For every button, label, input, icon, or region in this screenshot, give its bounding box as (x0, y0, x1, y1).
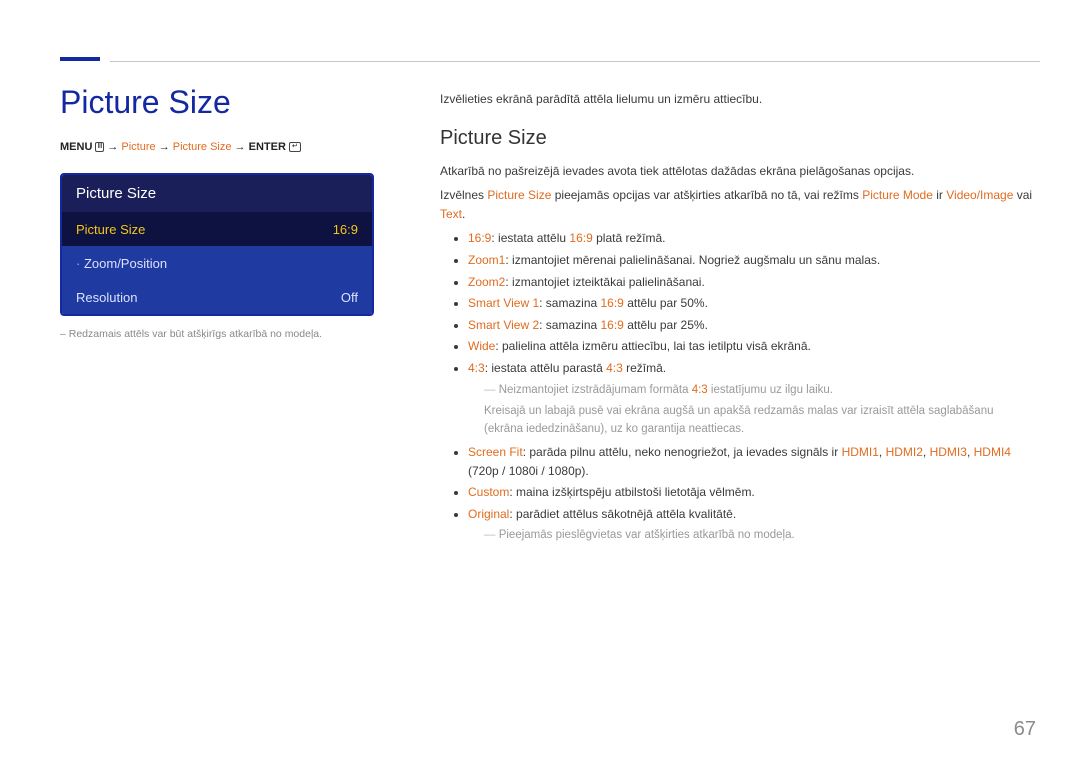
breadcrumb-menu-label: MENU (60, 141, 92, 153)
osd-panel-header: Picture Size (62, 175, 372, 213)
top-rule (110, 61, 1040, 62)
right-column: Izvēlieties ekrānā parādītā attēla lielu… (440, 84, 1035, 549)
page-number: 67 (1014, 718, 1036, 741)
breadcrumb-picture-size: Picture Size (173, 141, 232, 153)
paragraph-1: Atkarībā no pašreizējā ievades avota tie… (440, 162, 1035, 181)
osd-panel-body: · Zoom/Position Resolution Off (62, 246, 372, 314)
page: Picture Size MENU Ⅲ → Picture → Picture … (0, 0, 1080, 763)
list-item: Zoom1: izmantojiet mērenai palielināšana… (468, 251, 1035, 270)
enter-icon: ↵ (289, 142, 301, 152)
menu-icon: Ⅲ (95, 142, 104, 152)
osd-row-value: 16:9 (333, 222, 358, 237)
osd-row-resolution[interactable]: Resolution Off (62, 280, 372, 314)
list-item: Smart View 2: samazina 16:9 attēlu par 2… (468, 316, 1035, 335)
list-item: 16:9: iestata attēlu 16:9 platā režīmā. (468, 229, 1035, 248)
options-list-2: Screen Fit: parāda pilnu attēlu, neko ne… (440, 443, 1035, 523)
left-column: Picture Size MENU Ⅲ → Picture → Picture … (60, 84, 400, 340)
list-item: Screen Fit: parāda pilnu attēlu, neko ne… (468, 443, 1035, 480)
note-4-3-a: Neizmantojiet izstrādājumam formāta 4:3 … (484, 382, 1035, 400)
list-item: Zoom2: izmantojiet izteiktākai palielinā… (468, 273, 1035, 292)
list-item: Wide: palielina attēla izmēru attiecību,… (468, 337, 1035, 356)
osd-row-label: · Zoom/Position (76, 256, 167, 271)
top-accent-bar (60, 57, 100, 61)
menu-breadcrumb: MENU Ⅲ → Picture → Picture Size → ENTER … (60, 141, 400, 153)
list-item: Original: parādiet attēlus sākotnējā att… (468, 505, 1035, 524)
page-title: Picture Size (60, 84, 400, 121)
osd-row-label: Resolution (76, 290, 137, 305)
list-item: 4:3: iestata attēlu parastā 4:3 režīmā. (468, 359, 1035, 378)
note-4-3-b: Kreisajā un labajā pusē vai ekrāna augšā… (484, 403, 1035, 439)
breadcrumb-picture: Picture (121, 141, 155, 153)
osd-row-label: Picture Size (76, 222, 145, 237)
paragraph-2: Izvēlnes Picture Size pieejamās opcijas … (440, 186, 1035, 223)
osd-row-zoom-position[interactable]: · Zoom/Position (62, 246, 372, 280)
content-columns: Picture Size MENU Ⅲ → Picture → Picture … (60, 84, 1035, 549)
osd-row-picture-size[interactable]: Picture Size 16:9 (62, 213, 372, 246)
note-ports: Pieejamās pieslēgvietas var atšķirties a… (484, 527, 1035, 545)
breadcrumb-enter-label: ENTER (249, 141, 286, 153)
list-item: Custom: maina izšķirtspēju atbilstoši li… (468, 483, 1035, 502)
options-list: 16:9: iestata attēlu 16:9 platā režīmā. … (440, 229, 1035, 377)
osd-row-value: Off (341, 290, 358, 305)
osd-row-prefix: · (76, 256, 80, 271)
intro-text: Izvēlieties ekrānā parādītā attēla lielu… (440, 90, 1035, 109)
list-item: Smart View 1: samazina 16:9 attēlu par 5… (468, 294, 1035, 313)
section-heading: Picture Size (440, 123, 1035, 154)
image-disclaimer: – Redzamais attēls var būt atšķirīgs atk… (60, 328, 400, 340)
osd-panel: Picture Size Picture Size 16:9 · Zoom/Po… (60, 173, 374, 316)
